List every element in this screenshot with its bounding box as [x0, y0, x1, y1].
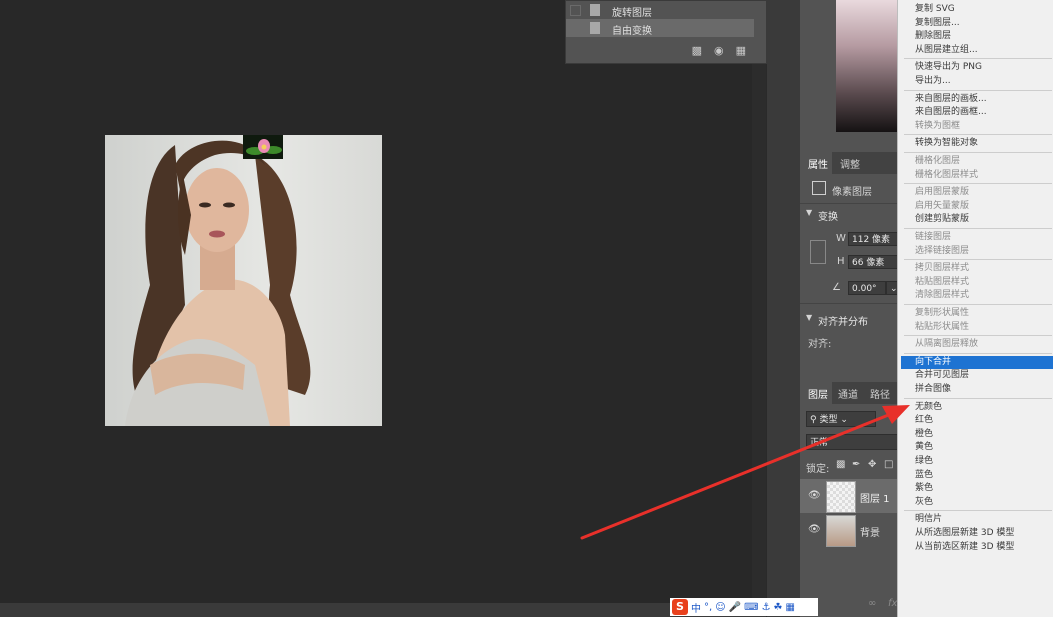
punctuation-toggle[interactable]: °,	[704, 602, 712, 613]
annotation-arrow	[580, 405, 910, 540]
skin-icon[interactable]: ☘	[773, 602, 782, 613]
sogou-logo-icon[interactable]: S	[672, 599, 688, 615]
ime-toolbar: S 中 °, ☺ 🎤 ⌨ ⚓ ☘ ▦	[670, 598, 818, 616]
menu-grid-icon[interactable]: ▦	[785, 602, 794, 613]
tools-icon[interactable]: ⚓	[762, 602, 771, 613]
ime-mode-toggle[interactable]: 中	[691, 600, 701, 615]
keyboard-icon[interactable]: ⌨	[744, 602, 758, 613]
emoji-icon[interactable]: ☺	[715, 602, 725, 613]
microphone-icon[interactable]: 🎤	[729, 602, 741, 613]
